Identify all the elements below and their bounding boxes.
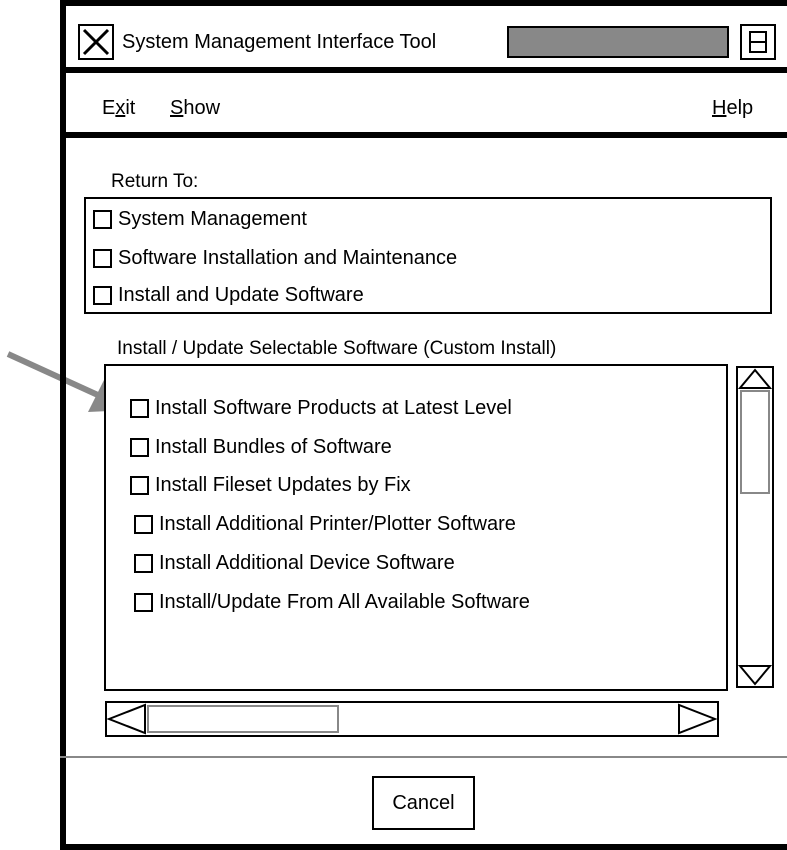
x-close-icon: [82, 28, 110, 56]
horizontal-scroll-thumb[interactable]: [147, 705, 339, 733]
vertical-scrollbar[interactable]: [736, 366, 774, 688]
menu-help[interactable]: Help: [712, 94, 753, 122]
maximize-button[interactable]: [740, 24, 776, 60]
selectable-software-label: Install / Update Selectable Software (Cu…: [117, 338, 557, 359]
titlebar-divider: [66, 67, 787, 73]
maximize-icon: [749, 31, 767, 53]
return-to-label: Return To:: [111, 171, 199, 192]
window-left-border: [60, 0, 66, 850]
list-item-all-available[interactable]: Install/Update From All Available Softwa…: [134, 589, 530, 615]
checkbox[interactable]: [134, 553, 153, 573]
checkbox[interactable]: [134, 592, 153, 612]
scroll-up-arrow-icon[interactable]: [738, 368, 772, 392]
horizontal-scrollbar[interactable]: [105, 701, 719, 737]
menu-show[interactable]: Show: [170, 94, 220, 122]
scroll-down-arrow-icon[interactable]: [738, 662, 772, 686]
list-item-latest-level[interactable]: Install Software Products at Latest Leve…: [130, 395, 512, 421]
list-item-fileset-updates[interactable]: Install Fileset Updates by Fix: [130, 472, 411, 498]
checkbox[interactable]: [130, 437, 149, 457]
window-bottom-border: [60, 844, 787, 850]
window-top-border: [60, 0, 787, 6]
return-item-system-management[interactable]: System Management: [93, 206, 307, 232]
vertical-scroll-thumb[interactable]: [740, 390, 770, 494]
footer-divider: [60, 756, 787, 758]
window-title: System Management Interface Tool: [122, 31, 437, 53]
menu-exit[interactable]: Exit: [102, 94, 135, 122]
return-item-install-update[interactable]: Install and Update Software: [93, 282, 364, 308]
title-status-field: [507, 26, 729, 58]
cancel-button[interactable]: Cancel: [372, 776, 475, 830]
return-item-software-installation[interactable]: Software Installation and Maintenance: [93, 245, 457, 271]
list-item-device-software[interactable]: Install Additional Device Software: [134, 550, 455, 576]
checkbox[interactable]: [93, 248, 112, 268]
checkbox[interactable]: [130, 398, 149, 418]
checkbox[interactable]: [93, 209, 112, 229]
scroll-left-arrow-icon[interactable]: [107, 703, 147, 735]
close-button[interactable]: [78, 24, 114, 60]
checkbox[interactable]: [93, 285, 112, 305]
menubar-divider: [66, 132, 787, 138]
checkbox[interactable]: [134, 514, 153, 534]
list-item-printer-plotter[interactable]: Install Additional Printer/Plotter Softw…: [134, 511, 516, 537]
scroll-right-arrow-icon[interactable]: [677, 703, 717, 735]
list-item-bundles[interactable]: Install Bundles of Software: [130, 434, 392, 460]
checkbox[interactable]: [130, 475, 149, 495]
